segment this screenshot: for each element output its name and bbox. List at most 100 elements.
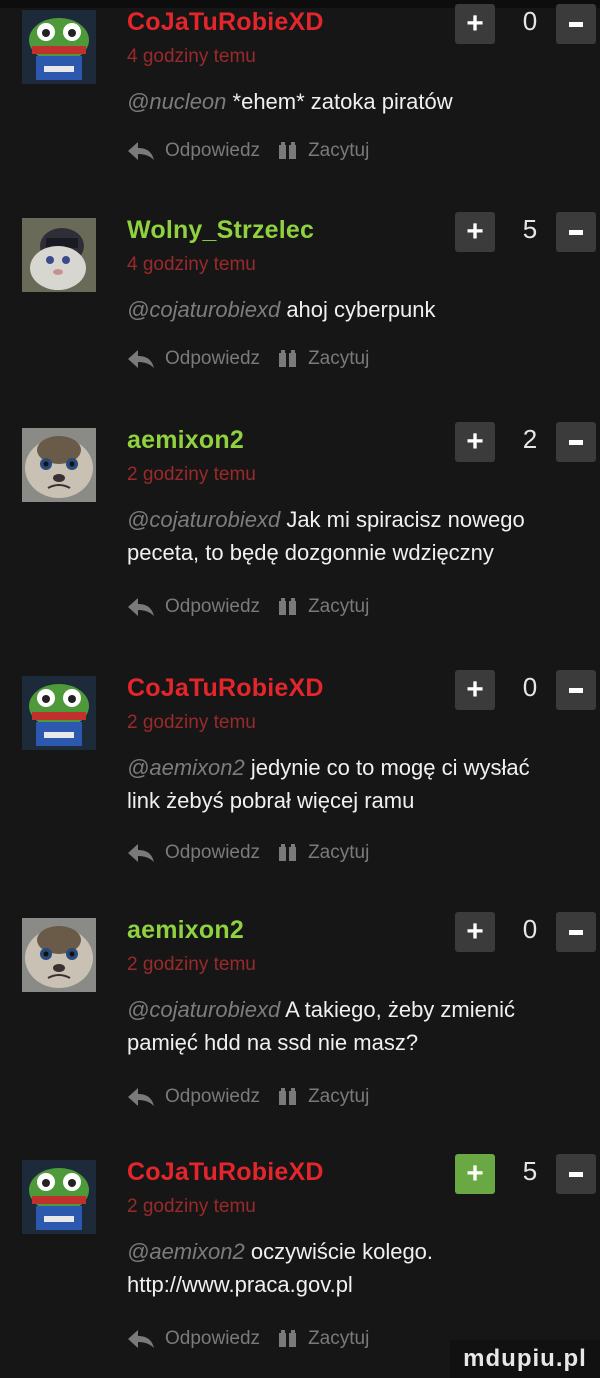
timestamp: 2 godziny temu: [127, 954, 256, 975]
mention-link[interactable]: @nucleon: [127, 89, 226, 114]
reply-button[interactable]: Odpowiedz: [127, 1086, 260, 1108]
upvote-button[interactable]: +: [455, 670, 495, 710]
quote-button[interactable]: Zacytuj: [278, 140, 369, 162]
upvote-button[interactable]: +: [455, 422, 495, 462]
comment-actions: Odpowiedz Zacytuj: [127, 596, 387, 618]
quote-button[interactable]: Zacytuj: [278, 842, 369, 864]
quote-icon: [279, 844, 297, 861]
comment-text-line: pamięć hdd na ssd nie masz?: [127, 1030, 419, 1055]
quote-label: Zacytuj: [308, 140, 370, 161]
vote-score: 0: [522, 6, 538, 36]
reply-icon: [128, 1330, 154, 1348]
timestamp: 4 godziny temu: [127, 46, 256, 67]
comment-text: @cojaturobiexd ahoj cyberpunk: [127, 293, 577, 326]
vote-score: 0: [522, 914, 538, 944]
quote-icon: [279, 1330, 297, 1347]
username[interactable]: CoJaTuRobieXD: [127, 8, 324, 37]
quote-button[interactable]: Zacytuj: [278, 348, 369, 370]
timestamp: 2 godziny temu: [127, 712, 256, 733]
comment-text-line: *ehem* zatoka piratów: [226, 89, 453, 114]
quote-icon: [279, 142, 297, 159]
top-bar: [0, 0, 600, 8]
downvote-button[interactable]: [556, 212, 596, 252]
comment-text-line: A takiego, żeby zmienić: [280, 997, 515, 1022]
comment-text-line: jedynie co to mogę ci wysłać: [244, 755, 530, 780]
timestamp: 4 godziny temu: [127, 254, 256, 275]
frog-avatar[interactable]: [22, 10, 96, 84]
quote-button[interactable]: Zacytuj: [278, 1086, 369, 1108]
comment-actions: Odpowiedz Zacytuj: [127, 842, 387, 864]
upvote-button[interactable]: +: [455, 1154, 495, 1194]
quote-icon: [279, 1088, 297, 1105]
comment-actions: Odpowiedz Zacytuj: [127, 1328, 387, 1350]
reply-icon: [128, 598, 154, 616]
reply-label: Odpowiedz: [165, 596, 261, 617]
comment-text: @cojaturobiexd Jak mi spiracisz nowego p…: [127, 503, 577, 569]
quote-button[interactable]: Zacytuj: [278, 1328, 369, 1350]
quote-label: Zacytuj: [308, 1086, 370, 1107]
reply-label: Odpowiedz: [165, 842, 261, 863]
comment-text-line: ahoj cyberpunk: [280, 297, 436, 322]
quote-label: Zacytuj: [308, 596, 370, 617]
timestamp: 2 godziny temu: [127, 464, 256, 485]
reply-icon: [128, 142, 154, 160]
quote-label: Zacytuj: [308, 348, 370, 369]
mention-link[interactable]: @cojaturobiexd: [127, 997, 280, 1022]
timestamp: 2 godziny temu: [127, 1196, 256, 1217]
reply-button[interactable]: Odpowiedz: [127, 348, 260, 370]
grumpy-cat-avatar[interactable]: [22, 918, 96, 992]
reply-button[interactable]: Odpowiedz: [127, 1328, 260, 1350]
reply-label: Odpowiedz: [165, 140, 261, 161]
downvote-button[interactable]: [556, 1154, 596, 1194]
mention-link[interactable]: @aemixon2: [127, 1239, 245, 1264]
comment-link[interactable]: http://www.praca.gov.pl: [127, 1272, 353, 1297]
username[interactable]: CoJaTuRobieXD: [127, 674, 324, 703]
reply-button[interactable]: Odpowiedz: [127, 842, 260, 864]
comment-text-line: Jak mi spiracisz nowego: [280, 507, 525, 532]
downvote-button[interactable]: [556, 4, 596, 44]
username[interactable]: aemixon2: [127, 426, 244, 455]
reply-label: Odpowiedz: [165, 1086, 261, 1107]
upvote-button[interactable]: +: [455, 4, 495, 44]
mention-link[interactable]: @cojaturobiexd: [127, 297, 280, 322]
reply-label: Odpowiedz: [165, 348, 261, 369]
mention-link[interactable]: @cojaturobiexd: [127, 507, 280, 532]
username[interactable]: CoJaTuRobieXD: [127, 1158, 324, 1187]
comment-text: @nucleon *ehem* zatoka piratów: [127, 85, 577, 118]
downvote-button[interactable]: [556, 670, 596, 710]
frog-avatar[interactable]: [22, 1160, 96, 1234]
comment-text: @aemixon2 oczywiście kolego. http://www.…: [127, 1235, 577, 1301]
grumpy-cat-avatar[interactable]: [22, 428, 96, 502]
reply-icon: [128, 1088, 154, 1106]
username[interactable]: Wolny_Strzelec: [127, 216, 314, 245]
mention-link[interactable]: @aemixon2: [127, 755, 245, 780]
quote-icon: [279, 350, 297, 367]
quote-label: Zacytuj: [308, 1328, 370, 1349]
cat-avatar[interactable]: [22, 218, 96, 292]
comment-text-line: peceta, to będę dozgonnie wdzięczny: [127, 540, 494, 565]
comment-text-line: link żebyś pobrał więcej ramu: [127, 788, 415, 813]
downvote-button[interactable]: [556, 912, 596, 952]
reply-button[interactable]: Odpowiedz: [127, 140, 260, 162]
reply-button[interactable]: Odpowiedz: [127, 596, 260, 618]
reply-label: Odpowiedz: [165, 1328, 261, 1349]
comment-actions: Odpowiedz Zacytuj: [127, 348, 387, 370]
comment-text: @cojaturobiexd A takiego, żeby zmienić p…: [127, 993, 577, 1059]
reply-icon: [128, 844, 154, 862]
comment-text-line: oczywiście kolego.: [244, 1239, 434, 1264]
quote-label: Zacytuj: [308, 842, 370, 863]
downvote-button[interactable]: [556, 422, 596, 462]
quote-button[interactable]: Zacytuj: [278, 596, 369, 618]
comment-actions: Odpowiedz Zacytuj: [127, 1086, 387, 1108]
quote-icon: [279, 598, 297, 615]
reply-icon: [128, 350, 154, 368]
vote-score: 5: [522, 214, 538, 244]
upvote-button[interactable]: +: [455, 912, 495, 952]
upvote-button[interactable]: +: [455, 212, 495, 252]
comment-text: @aemixon2 jedynie co to mogę ci wysłać l…: [127, 751, 577, 817]
vote-score: 2: [522, 424, 538, 454]
comment-actions: Odpowiedz Zacytuj: [127, 140, 387, 162]
site-watermark: mdupiu.pl: [450, 1340, 600, 1378]
frog-avatar[interactable]: [22, 676, 96, 750]
username[interactable]: aemixon2: [127, 916, 244, 945]
